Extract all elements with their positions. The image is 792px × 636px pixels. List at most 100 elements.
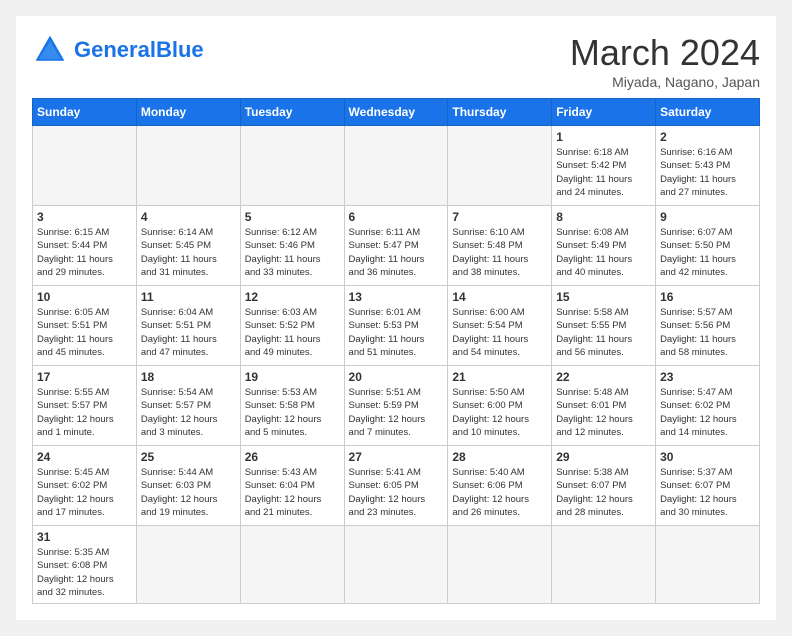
day-info: Sunrise: 5:35 AM Sunset: 6:08 PM Dayligh… xyxy=(37,546,132,599)
calendar-cell: 5Sunrise: 6:12 AM Sunset: 5:46 PM Daylig… xyxy=(240,206,344,286)
day-info: Sunrise: 5:47 AM Sunset: 6:02 PM Dayligh… xyxy=(660,386,755,439)
day-number: 5 xyxy=(245,210,340,224)
day-number: 28 xyxy=(452,450,547,464)
day-info: Sunrise: 5:37 AM Sunset: 6:07 PM Dayligh… xyxy=(660,466,755,519)
day-info: Sunrise: 6:08 AM Sunset: 5:49 PM Dayligh… xyxy=(556,226,651,279)
calendar-cell: 14 Sunrise: 6:00 AM Sunset: 5:54 PM Dayli… xyxy=(448,286,552,366)
day-number: 14 xyxy=(452,290,547,304)
day-info: Sunrise: 5:38 AM Sunset: 6:07 PM Dayligh… xyxy=(556,466,651,519)
calendar-cell: 9 Sunrise: 6:07 AM Sunset: 5:50 PM Daylig… xyxy=(656,206,760,286)
day-info: Sunrise: 6:10 AM Sunset: 5:48 PM Dayligh… xyxy=(452,226,547,279)
calendar-week-2: 3Sunrise: 6:15 AM Sunset: 5:44 PM Daylig… xyxy=(33,206,760,286)
day-info: Sunrise: 6:18 AM Sunset: 5:42 PM Dayligh… xyxy=(556,146,651,199)
calendar-cell: 28 Sunrise: 5:40 AM Sunset: 6:06 PM Dayli… xyxy=(448,446,552,526)
calendar-cell: 2Sunrise: 6:16 AM Sunset: 5:43 PM Daylig… xyxy=(656,126,760,206)
calendar-cell xyxy=(240,526,344,604)
day-info: Sunrise: 5:50 AM Sunset: 6:00 PM Dayligh… xyxy=(452,386,547,439)
day-info: Sunrise: 5:45 AM Sunset: 6:02 PM Dayligh… xyxy=(37,466,132,519)
day-number: 27 xyxy=(349,450,444,464)
day-info: Sunrise: 5:53 AM Sunset: 5:58 PM Dayligh… xyxy=(245,386,340,439)
day-info: Sunrise: 6:01 AM Sunset: 5:53 PM Dayligh… xyxy=(349,306,444,359)
day-number: 17 xyxy=(37,370,132,384)
title-section: March 2024 Miyada, Nagano, Japan xyxy=(570,32,760,90)
calendar-cell xyxy=(33,126,137,206)
calendar-cell: 8 Sunrise: 6:08 AM Sunset: 5:49 PM Daylig… xyxy=(552,206,656,286)
day-info: Sunrise: 5:57 AM Sunset: 5:56 PM Dayligh… xyxy=(660,306,755,359)
calendar-week-1: 1 Sunrise: 6:18 AM Sunset: 5:42 PM Daylig… xyxy=(33,126,760,206)
day-number: 8 xyxy=(556,210,651,224)
day-number: 21 xyxy=(452,370,547,384)
logo-text: GeneralBlue xyxy=(74,38,204,62)
calendar-cell: 27Sunrise: 5:41 AM Sunset: 6:05 PM Dayli… xyxy=(344,446,448,526)
day-number: 12 xyxy=(245,290,340,304)
calendar-cell: 6Sunrise: 6:11 AM Sunset: 5:47 PM Daylig… xyxy=(344,206,448,286)
calendar-cell: 26Sunrise: 5:43 AM Sunset: 6:04 PM Dayli… xyxy=(240,446,344,526)
day-number: 10 xyxy=(37,290,132,304)
day-number: 31 xyxy=(37,530,132,544)
day-header-sunday: Sunday xyxy=(33,99,137,126)
day-info: Sunrise: 6:15 AM Sunset: 5:44 PM Dayligh… xyxy=(37,226,132,279)
day-number: 4 xyxy=(141,210,236,224)
calendar-cell: 12Sunrise: 6:03 AM Sunset: 5:52 PM Dayli… xyxy=(240,286,344,366)
calendar-cell xyxy=(344,526,448,604)
day-number: 26 xyxy=(245,450,340,464)
calendar-body: 1 Sunrise: 6:18 AM Sunset: 5:42 PM Daylig… xyxy=(33,126,760,604)
calendar-week-6: 31 Sunrise: 5:35 AM Sunset: 6:08 PM Dayli… xyxy=(33,526,760,604)
day-info: Sunrise: 5:40 AM Sunset: 6:06 PM Dayligh… xyxy=(452,466,547,519)
calendar-cell: 1 Sunrise: 6:18 AM Sunset: 5:42 PM Daylig… xyxy=(552,126,656,206)
day-number: 6 xyxy=(349,210,444,224)
calendar-cell: 20Sunrise: 5:51 AM Sunset: 5:59 PM Dayli… xyxy=(344,366,448,446)
day-info: Sunrise: 6:14 AM Sunset: 5:45 PM Dayligh… xyxy=(141,226,236,279)
day-number: 23 xyxy=(660,370,755,384)
day-header-saturday: Saturday xyxy=(656,99,760,126)
day-header-tuesday: Tuesday xyxy=(240,99,344,126)
day-number: 9 xyxy=(660,210,755,224)
day-header-thursday: Thursday xyxy=(448,99,552,126)
calendar-week-5: 24Sunrise: 5:45 AM Sunset: 6:02 PM Dayli… xyxy=(33,446,760,526)
day-info: Sunrise: 6:16 AM Sunset: 5:43 PM Dayligh… xyxy=(660,146,755,199)
day-number: 18 xyxy=(141,370,236,384)
calendar-cell: 21 Sunrise: 5:50 AM Sunset: 6:00 PM Dayli… xyxy=(448,366,552,446)
calendar-cell xyxy=(136,526,240,604)
calendar-cell: 17 Sunrise: 5:55 AM Sunset: 5:57 PM Dayli… xyxy=(33,366,137,446)
calendar-cell: 10 Sunrise: 6:05 AM Sunset: 5:51 PM Dayli… xyxy=(33,286,137,366)
calendar-cell xyxy=(136,126,240,206)
day-info: Sunrise: 6:00 AM Sunset: 5:54 PM Dayligh… xyxy=(452,306,547,359)
day-info: Sunrise: 5:51 AM Sunset: 5:59 PM Dayligh… xyxy=(349,386,444,439)
day-number: 13 xyxy=(349,290,444,304)
day-header-friday: Friday xyxy=(552,99,656,126)
day-number: 1 xyxy=(556,130,651,144)
calendar-cell: 19 Sunrise: 5:53 AM Sunset: 5:58 PM Dayli… xyxy=(240,366,344,446)
calendar-cell xyxy=(552,526,656,604)
day-info: Sunrise: 5:58 AM Sunset: 5:55 PM Dayligh… xyxy=(556,306,651,359)
calendar-header-row: SundayMondayTuesdayWednesdayThursdayFrid… xyxy=(33,99,760,126)
day-number: 30 xyxy=(660,450,755,464)
day-number: 11 xyxy=(141,290,236,304)
calendar-cell: 23 Sunrise: 5:47 AM Sunset: 6:02 PM Dayli… xyxy=(656,366,760,446)
calendar-cell: 24Sunrise: 5:45 AM Sunset: 6:02 PM Dayli… xyxy=(33,446,137,526)
month-title: March 2024 xyxy=(570,32,760,74)
calendar-cell: 30 Sunrise: 5:37 AM Sunset: 6:07 PM Dayli… xyxy=(656,446,760,526)
calendar-week-4: 17 Sunrise: 5:55 AM Sunset: 5:57 PM Dayli… xyxy=(33,366,760,446)
calendar-cell: 29 Sunrise: 5:38 AM Sunset: 6:07 PM Dayli… xyxy=(552,446,656,526)
calendar-cell: 11Sunrise: 6:04 AM Sunset: 5:51 PM Dayli… xyxy=(136,286,240,366)
day-number: 7 xyxy=(452,210,547,224)
logo: GeneralBlue xyxy=(32,32,204,68)
day-info: Sunrise: 5:55 AM Sunset: 5:57 PM Dayligh… xyxy=(37,386,132,439)
day-info: Sunrise: 6:05 AM Sunset: 5:51 PM Dayligh… xyxy=(37,306,132,359)
day-number: 16 xyxy=(660,290,755,304)
calendar-cell: 13 Sunrise: 6:01 AM Sunset: 5:53 PM Dayli… xyxy=(344,286,448,366)
day-number: 25 xyxy=(141,450,236,464)
header: GeneralBlue March 2024 Miyada, Nagano, J… xyxy=(32,32,760,90)
calendar-page: GeneralBlue March 2024 Miyada, Nagano, J… xyxy=(16,16,776,620)
day-header-wednesday: Wednesday xyxy=(344,99,448,126)
calendar-cell: 22Sunrise: 5:48 AM Sunset: 6:01 PM Dayli… xyxy=(552,366,656,446)
day-info: Sunrise: 6:07 AM Sunset: 5:50 PM Dayligh… xyxy=(660,226,755,279)
calendar-cell xyxy=(240,126,344,206)
calendar-cell: 15Sunrise: 5:58 AM Sunset: 5:55 PM Dayli… xyxy=(552,286,656,366)
calendar-cell: 16 Sunrise: 5:57 AM Sunset: 5:56 PM Dayli… xyxy=(656,286,760,366)
day-number: 19 xyxy=(245,370,340,384)
day-number: 29 xyxy=(556,450,651,464)
calendar-cell xyxy=(448,126,552,206)
day-number: 22 xyxy=(556,370,651,384)
